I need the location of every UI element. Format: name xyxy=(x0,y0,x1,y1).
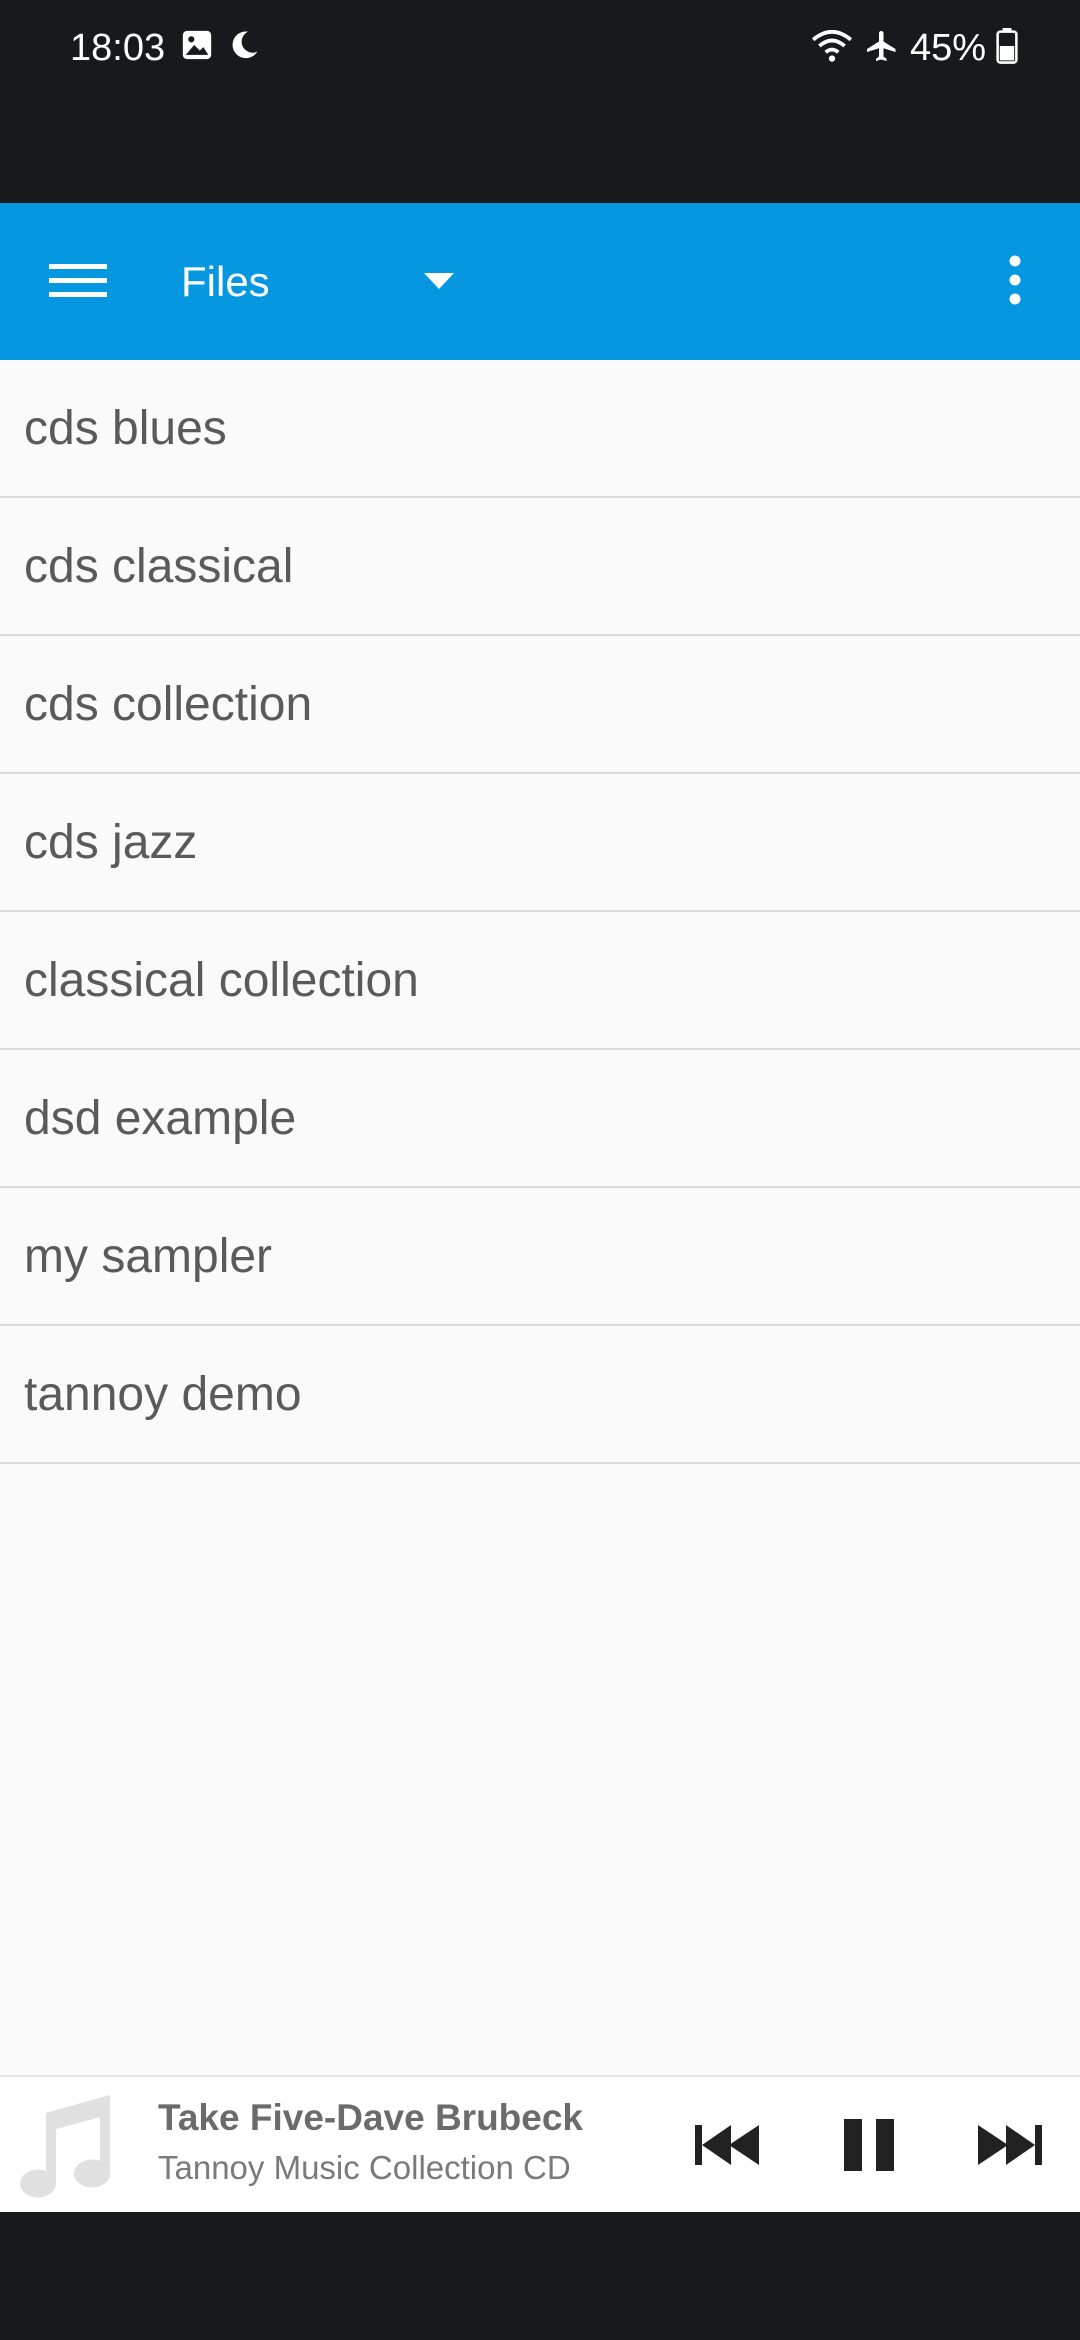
list-item-label: tannoy demo xyxy=(24,1367,302,1421)
skip-previous-icon xyxy=(695,2123,761,2172)
page-title: Files xyxy=(181,258,270,305)
status-time: 18:03 xyxy=(70,27,166,69)
pause-button[interactable] xyxy=(824,2102,914,2192)
menu-button[interactable] xyxy=(36,247,120,317)
list-item-label: dsd example xyxy=(24,1091,297,1145)
app-bar: Files xyxy=(0,203,1080,360)
skip-next-icon xyxy=(976,2123,1042,2172)
list-item[interactable]: cds collection xyxy=(0,636,1080,774)
list-item[interactable]: dsd example xyxy=(0,1050,1080,1188)
next-button[interactable] xyxy=(964,2102,1054,2192)
pause-icon xyxy=(842,2118,896,2176)
list-item-label: cds jazz xyxy=(24,815,198,869)
list-item-label: classical collection xyxy=(24,953,419,1007)
list-item-label: my sampler xyxy=(24,1229,273,1283)
track-album: Tannoy Music Collection CD xyxy=(158,2149,571,2186)
list-item[interactable]: cds jazz xyxy=(0,774,1080,912)
list-item[interactable]: my sampler xyxy=(0,1188,1080,1326)
airplane-icon xyxy=(864,28,900,69)
list-item[interactable]: tannoy demo xyxy=(0,1326,1080,1464)
list-item[interactable]: classical collection xyxy=(0,912,1080,1050)
track-title: Take Five-Dave Brubeck xyxy=(158,2097,584,2138)
overflow-menu-button[interactable] xyxy=(980,247,1050,317)
more-vert-icon xyxy=(1008,255,1022,310)
wifi-icon xyxy=(810,28,854,69)
title-dropdown[interactable]: Files xyxy=(168,247,468,317)
list-item[interactable]: cds blues xyxy=(0,360,1080,498)
dropdown-caret-icon xyxy=(424,271,454,296)
menu-icon xyxy=(49,260,107,305)
battery-icon xyxy=(996,27,1018,69)
status-bar: 18:03 45% xyxy=(0,0,1080,203)
list-item-label: cds blues xyxy=(24,401,227,455)
navigation-bar xyxy=(0,2212,1080,2340)
list-item[interactable]: cds classical xyxy=(0,498,1080,636)
list-item-label: cds collection xyxy=(24,677,313,731)
battery-percent: 45% xyxy=(909,27,986,69)
moon-icon xyxy=(228,29,260,66)
gallery-icon xyxy=(180,28,214,67)
music-note-icon xyxy=(18,2091,118,2201)
now-playing-bar[interactable]: Take Five-Dave Brubeck Tannoy Music Coll… xyxy=(0,2075,1080,2212)
file-list: cds blues cds classical cds collection c… xyxy=(0,360,1080,2075)
previous-button[interactable] xyxy=(683,2102,773,2192)
list-item-label: cds classical xyxy=(24,539,294,593)
